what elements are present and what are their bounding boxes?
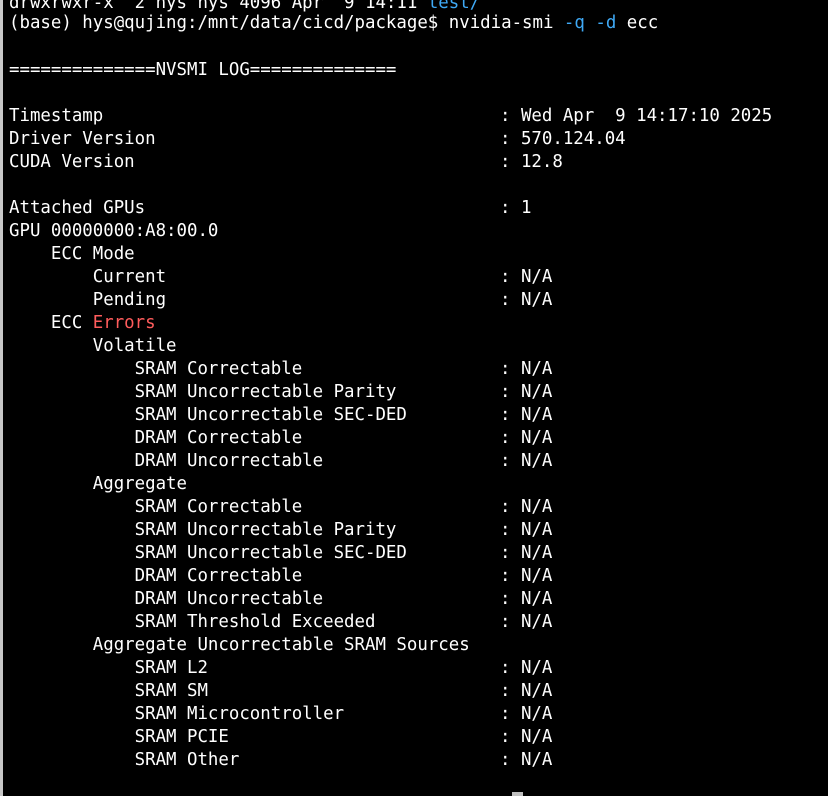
sram-source-value: : N/A bbox=[500, 681, 553, 701]
aggregate-row-value: : N/A bbox=[500, 566, 553, 586]
ecc-mode-pending-label: Pending bbox=[9, 290, 167, 310]
cuda-version-label: CUDA Version bbox=[9, 152, 135, 172]
terminal-cursor bbox=[512, 792, 523, 796]
volatile-row-value: : N/A bbox=[500, 382, 553, 402]
aggregate-row-value: : N/A bbox=[500, 612, 553, 632]
volatile-row-label: DRAM Uncorrectable bbox=[9, 451, 324, 471]
command-line: (base) hys@qujing:/mnt/data/cicd/package… bbox=[9, 12, 658, 35]
driver-version-value: : 570.124.04 bbox=[500, 129, 626, 149]
terminal-window[interactable]: drwxrwxr-x 2 hys hys 4096 Apr 9 14:11 te… bbox=[0, 0, 828, 796]
aggregate-row-label: SRAM Correctable bbox=[9, 497, 303, 517]
volatile-row-value: : N/A bbox=[500, 405, 553, 425]
sram-source-label: SRAM Microcontroller bbox=[9, 704, 345, 724]
aggregate-row-label: SRAM Threshold Exceeded bbox=[9, 612, 376, 632]
driver-version-label: Driver Version bbox=[9, 129, 156, 149]
attached-gpus-value: : 1 bbox=[500, 198, 532, 218]
aggregate-row-value: : N/A bbox=[500, 589, 553, 609]
aggregate-row-value: : N/A bbox=[500, 543, 553, 563]
volatile-row-label: SRAM Correctable bbox=[9, 359, 303, 379]
sram-sources-heading: Aggregate Uncorrectable SRAM Sources bbox=[9, 635, 470, 655]
gpu-bus-id: GPU 00000000:A8:00.0 bbox=[9, 221, 219, 241]
volatile-heading: Volatile bbox=[9, 336, 177, 356]
command-flag-d: -d bbox=[595, 13, 617, 33]
ecc-errors-heading: ECC Errors bbox=[9, 312, 156, 335]
cuda-version-value: : 12.8 bbox=[500, 152, 563, 172]
aggregate-row-label: SRAM Uncorrectable Parity bbox=[9, 520, 397, 540]
sram-source-label: SRAM PCIE bbox=[9, 727, 229, 747]
sram-source-label: SRAM Other bbox=[9, 750, 240, 770]
sram-source-label: SRAM SM bbox=[9, 681, 208, 701]
aggregate-row-label: DRAM Uncorrectable bbox=[9, 589, 324, 609]
command-space bbox=[585, 13, 595, 33]
attached-gpus-label: Attached GPUs bbox=[9, 198, 146, 218]
aggregate-heading: Aggregate bbox=[9, 474, 187, 494]
sram-source-value: : N/A bbox=[500, 727, 553, 747]
shell-prompt: (base) hys@qujing:/mnt/data/cicd/package… bbox=[9, 13, 449, 33]
volatile-row-value: : N/A bbox=[500, 359, 553, 379]
volatile-row-label: SRAM Uncorrectable Parity bbox=[9, 382, 397, 402]
aggregate-row-value: : N/A bbox=[500, 497, 553, 517]
volatile-row-value: : N/A bbox=[500, 451, 553, 471]
volatile-row-value: : N/A bbox=[500, 428, 553, 448]
command-flag-q: -q bbox=[563, 13, 585, 33]
volatile-row-label: SRAM Uncorrectable SEC-DED bbox=[9, 405, 407, 425]
command-name: nvidia-smi bbox=[448, 13, 564, 33]
timestamp-label: Timestamp bbox=[9, 106, 104, 126]
aggregate-row-label: SRAM Uncorrectable SEC-DED bbox=[9, 543, 407, 563]
sram-source-value: : N/A bbox=[500, 658, 553, 678]
ecc-mode-current-value: : N/A bbox=[500, 267, 553, 287]
ecc-mode-pending-value: : N/A bbox=[500, 290, 553, 310]
aggregate-row-value: : N/A bbox=[500, 520, 553, 540]
sram-source-label: SRAM L2 bbox=[9, 658, 208, 678]
sram-source-value: : N/A bbox=[500, 750, 553, 770]
volatile-row-label: DRAM Correctable bbox=[9, 428, 303, 448]
aggregate-row-label: DRAM Correctable bbox=[9, 566, 303, 586]
ecc-mode-current-label: Current bbox=[9, 267, 167, 287]
nvsmi-log-header: ==============NVSMI LOG============== bbox=[9, 60, 397, 80]
ecc-mode-heading: ECC Mode bbox=[9, 244, 135, 264]
command-argument: ecc bbox=[616, 13, 659, 33]
timestamp-value: : Wed Apr 9 14:17:10 2025 bbox=[500, 106, 773, 126]
ecc-errors-prefix: ECC bbox=[9, 313, 93, 333]
ecc-errors-highlight: Errors bbox=[92, 313, 156, 333]
sram-source-value: : N/A bbox=[500, 704, 553, 724]
